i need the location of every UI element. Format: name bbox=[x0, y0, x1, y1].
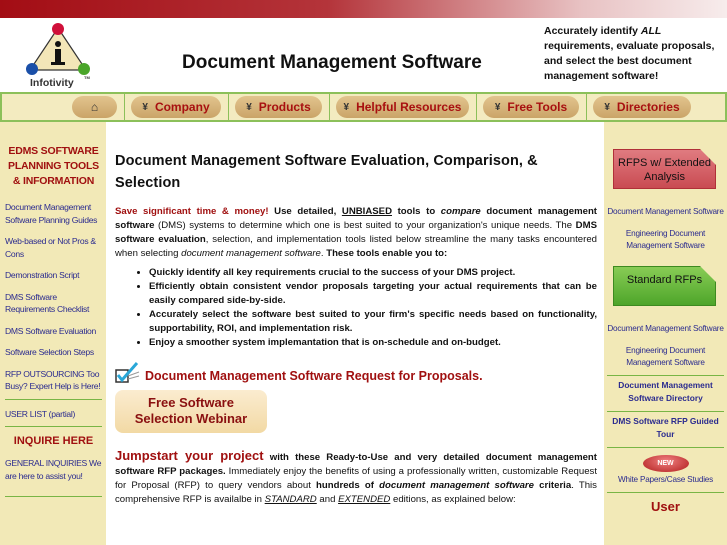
sidebar-link-user-list[interactable]: USER LIST (partial) bbox=[5, 408, 102, 421]
sidebar-link-planning-guides[interactable]: Document Management Software Planning Gu… bbox=[5, 201, 102, 226]
nav-home-button[interactable]: ⌂ bbox=[72, 96, 117, 118]
extended-link[interactable]: EXTENDED bbox=[338, 494, 390, 505]
nav-free-tools[interactable]: ¥ Free Tools bbox=[483, 96, 579, 118]
divider bbox=[607, 447, 724, 448]
benefits-list: Quickly identify all key requirements cr… bbox=[141, 266, 597, 350]
new-badge: NEW bbox=[642, 455, 689, 472]
main-content: Document Management Software Evaluation,… bbox=[106, 122, 604, 545]
list-item: Accurately select the software best suit… bbox=[149, 308, 597, 336]
inquire-heading: INQUIRE HERE bbox=[13, 435, 94, 447]
nav-company[interactable]: ¥ Company bbox=[131, 96, 221, 118]
divider bbox=[5, 426, 102, 427]
guided-tour-link[interactable]: DMS Software RFP Guided Tour bbox=[604, 415, 727, 441]
folder-label: RFPS w/ Extended Analysis bbox=[618, 157, 711, 183]
divider bbox=[5, 398, 102, 400]
list-item: Efficiently obtain consistent vendor pro… bbox=[149, 280, 597, 308]
sidebar-link-general-inquiries[interactable]: GENERAL INQUIRIES We are here to assist … bbox=[5, 457, 102, 482]
divider bbox=[607, 411, 724, 412]
header: Infotivity TM Document Management Softwa… bbox=[0, 18, 727, 92]
logo-triangle-icon: Infotivity TM bbox=[26, 23, 90, 89]
extended-rfps-folder[interactable]: RFPS w/ Extended Analysis bbox=[613, 149, 716, 189]
sidebar-link-requirements-checklist[interactable]: DMS Software Requirements Checklist bbox=[5, 291, 102, 316]
standard-link-dms[interactable]: Document Management Software bbox=[604, 323, 727, 335]
divider bbox=[607, 375, 724, 376]
sidebar-link-web-based[interactable]: Web-based or Not Pros & Cons bbox=[5, 235, 102, 260]
extended-link-engineering[interactable]: Engineering Document Management Software bbox=[604, 228, 727, 252]
nav-directories[interactable]: ¥ Directories bbox=[593, 96, 691, 118]
divider bbox=[5, 496, 102, 497]
software-directory-link[interactable]: Document Management Software Directory bbox=[604, 379, 727, 405]
nav-helpful-resources[interactable]: ¥ Helpful Resources bbox=[336, 96, 469, 118]
sidebar-link-demo-script[interactable]: Demonstration Script bbox=[5, 269, 102, 282]
standard-link[interactable]: STANDARD bbox=[265, 494, 317, 505]
svg-text:TM: TM bbox=[84, 75, 90, 80]
extended-link-dms[interactable]: Document Management Software bbox=[604, 206, 727, 218]
sidebar-link-dms-evaluation[interactable]: DMS Software Evaluation bbox=[5, 325, 102, 338]
nav-divider bbox=[586, 94, 587, 120]
site-title: Document Management Software bbox=[182, 52, 482, 73]
list-item: Quickly identify all key requirements cr… bbox=[149, 266, 597, 280]
list-item: Enjoy a smoother system implemantation t… bbox=[149, 336, 597, 350]
rfp-heading-text[interactable]: Document Management Software Request for… bbox=[145, 369, 483, 383]
divider bbox=[607, 492, 724, 493]
intro-paragraph: Save significant time & money! Use detai… bbox=[115, 206, 598, 259]
standard-link-engineering[interactable]: Engineering Document Management Software bbox=[604, 345, 727, 369]
folder-corner bbox=[700, 266, 716, 282]
right-sidebar: RFPS w/ Extended Analysis Document Manag… bbox=[604, 122, 727, 545]
infotivity-logo[interactable]: Infotivity TM bbox=[22, 20, 94, 90]
white-papers-link[interactable]: White Papers/Case Studies bbox=[604, 474, 727, 486]
standard-rfps-folder[interactable]: Standard RFPs bbox=[613, 266, 716, 306]
sidebar-link-rfp-outsourcing[interactable]: RFP OUTSOURCING Too Busy? Expert Help is… bbox=[5, 368, 102, 393]
sidebar-link-selection-steps[interactable]: Software Selection Steps bbox=[5, 346, 102, 359]
user-heading: User bbox=[651, 499, 680, 514]
nav-divider bbox=[329, 94, 330, 120]
rfp-heading: Document Management Software Request for… bbox=[115, 362, 597, 384]
nav-divider bbox=[228, 94, 229, 120]
chevron-down-icon: ¥ bbox=[142, 101, 148, 113]
webinar-line-2: Selection Webinar bbox=[134, 411, 248, 426]
jumpstart-paragraph: Jumpstart your project with these Ready-… bbox=[115, 448, 598, 506]
svg-text:Infotivity: Infotivity bbox=[30, 77, 74, 89]
tagline: Accurately identify ALL requirements, ev… bbox=[544, 25, 715, 82]
home-icon: ⌂ bbox=[90, 100, 99, 114]
sidebar-section-title: EDMS SOFTWARE PLANNING TOOLS & INFORMATI… bbox=[8, 145, 99, 187]
main-nav: ⌂ ¥ Company ¥ Products ¥ Helpful Resources … bbox=[0, 92, 727, 122]
free-webinar-button[interactable]: Free Software Selection Webinar bbox=[115, 390, 267, 433]
folder-label: Standard RFPs bbox=[626, 274, 703, 286]
nav-products[interactable]: ¥ Products bbox=[235, 96, 322, 118]
webinar-line-1: Free Software bbox=[148, 395, 234, 410]
checkbox-check-icon bbox=[115, 362, 140, 383]
chevron-down-icon: ¥ bbox=[343, 101, 350, 113]
folder-corner bbox=[700, 149, 716, 165]
nav-divider bbox=[476, 94, 477, 120]
top-banner bbox=[0, 0, 727, 18]
chevron-down-icon: ¥ bbox=[604, 101, 610, 113]
chevron-down-icon: ¥ bbox=[494, 101, 501, 113]
nav-divider bbox=[124, 94, 125, 120]
left-sidebar: EDMS SOFTWARE PLANNING TOOLS & INFORMATI… bbox=[0, 122, 106, 545]
chevron-down-icon: ¥ bbox=[246, 101, 252, 113]
page-title: Document Management Software Evaluation,… bbox=[115, 153, 538, 191]
